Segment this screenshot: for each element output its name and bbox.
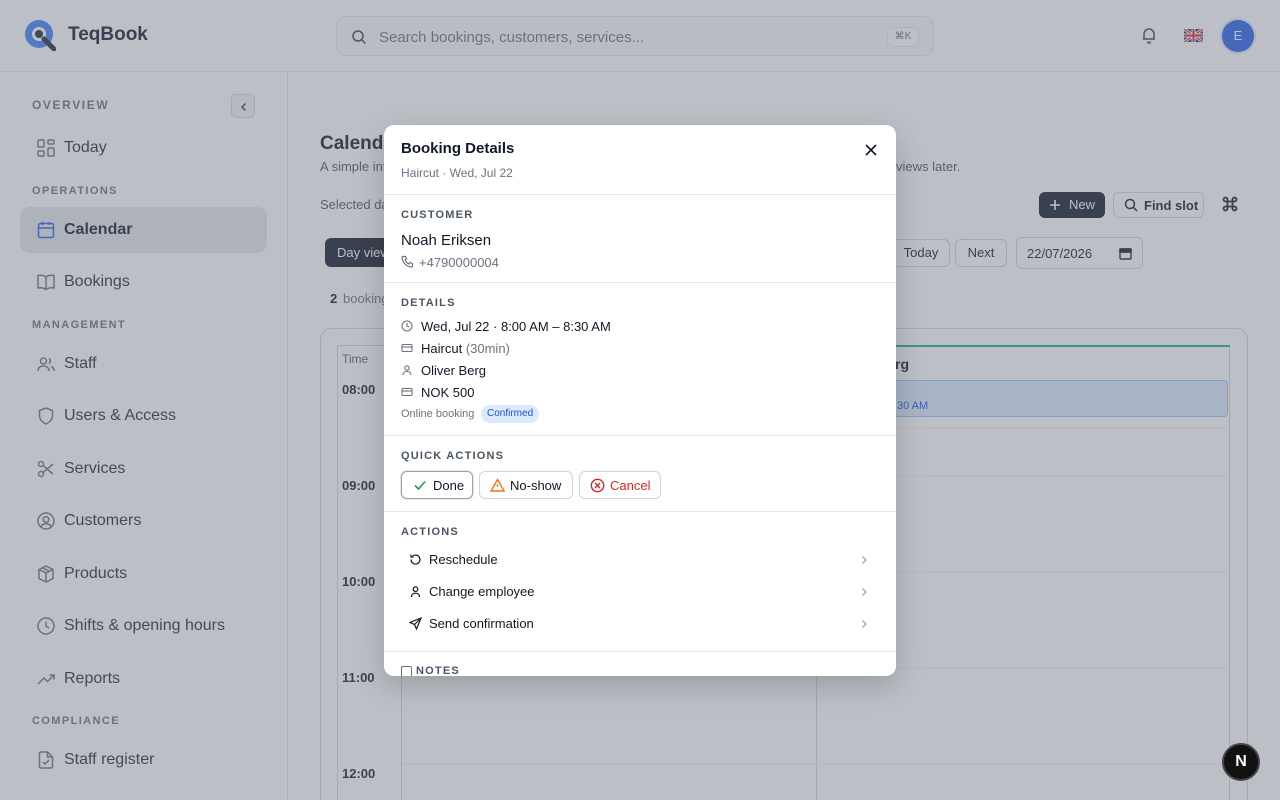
- service-duration: (30min): [465, 341, 510, 356]
- divider: [384, 651, 896, 652]
- customer-section-label: CUSTOMER: [401, 209, 474, 221]
- phone-icon: [401, 255, 414, 268]
- send-confirmation-action[interactable]: Send confirmation: [401, 610, 879, 638]
- divider: [384, 194, 896, 195]
- send-confirmation-label: Send confirmation: [429, 616, 534, 631]
- chevron-right-icon: [862, 556, 867, 564]
- change-employee-action[interactable]: Change employee: [401, 578, 879, 606]
- divider: [384, 511, 896, 512]
- done-button[interactable]: Done: [401, 471, 473, 499]
- quick-actions-section-label: QUICK ACTIONS: [401, 450, 505, 462]
- change-employee-label: Change employee: [429, 584, 535, 599]
- divider: [384, 435, 896, 436]
- booking-employee: Oliver Berg: [421, 363, 487, 378]
- status-badge: Confirmed: [481, 405, 540, 423]
- no-show-button[interactable]: No-show: [479, 471, 573, 499]
- booking-price: NOK 500: [421, 385, 475, 400]
- cancel-booking-button[interactable]: Cancel: [579, 471, 661, 499]
- modal-title: Booking Details: [401, 140, 515, 157]
- send-icon: [409, 617, 422, 630]
- booking-details-modal: Booking Details Haircut · Wed, Jul 22 CU…: [384, 125, 896, 676]
- reschedule-action[interactable]: Reschedule: [401, 546, 879, 574]
- done-label: Done: [433, 478, 465, 493]
- close-icon[interactable]: [862, 141, 880, 159]
- booking-source: Online booking: [401, 408, 475, 420]
- check-icon: [414, 480, 426, 491]
- credit-card-icon: [401, 387, 413, 397]
- booking-service: Haircut (30min): [421, 341, 510, 356]
- warning-icon: [490, 478, 505, 492]
- user-icon: [402, 365, 412, 376]
- chevron-right-icon: [862, 588, 867, 596]
- actions-section-label: ACTIONS: [401, 526, 459, 538]
- user-icon: [410, 586, 421, 598]
- nextjs-dev-button[interactable]: N: [1222, 743, 1260, 781]
- no-show-label: No-show: [510, 478, 562, 493]
- service-card-icon: [401, 343, 413, 353]
- divider: [384, 282, 896, 283]
- clock-icon: [401, 320, 413, 332]
- reschedule-label: Reschedule: [429, 552, 498, 567]
- chevron-right-icon: [862, 620, 867, 628]
- details-section-label: DETAILS: [401, 297, 456, 309]
- cancel-label: Cancel: [610, 478, 651, 493]
- x-circle-icon: [590, 478, 605, 493]
- rotate-icon: [410, 554, 421, 565]
- customer-name: Noah Eriksen: [401, 232, 492, 249]
- notes-icon: [401, 666, 412, 676]
- modal-subtitle: Haircut · Wed, Jul 22: [401, 166, 513, 180]
- customer-phone: +4790000004: [419, 255, 499, 270]
- notes-section-label: NOTES: [416, 665, 460, 676]
- service-name: Haircut: [421, 341, 463, 356]
- booking-datetime: Wed, Jul 22 · 8:00 AM – 8:30 AM: [421, 319, 611, 334]
